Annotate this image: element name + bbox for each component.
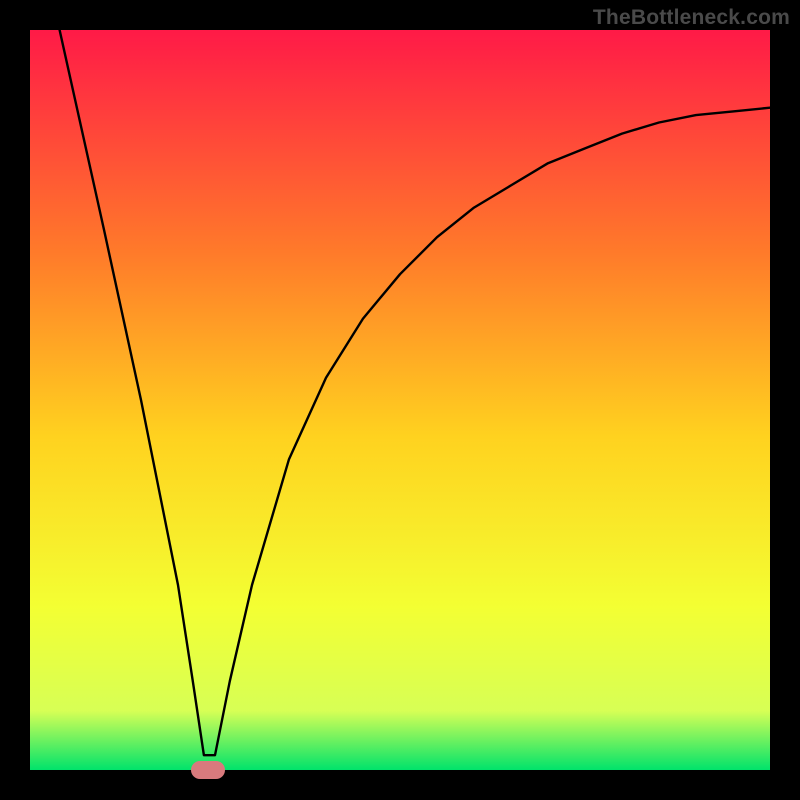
watermark-text: TheBottleneck.com — [593, 6, 790, 30]
chart-frame: TheBottleneck.com — [0, 0, 800, 800]
chart-svg — [30, 30, 770, 770]
plot-area — [30, 30, 770, 770]
minimum-marker — [191, 761, 225, 779]
